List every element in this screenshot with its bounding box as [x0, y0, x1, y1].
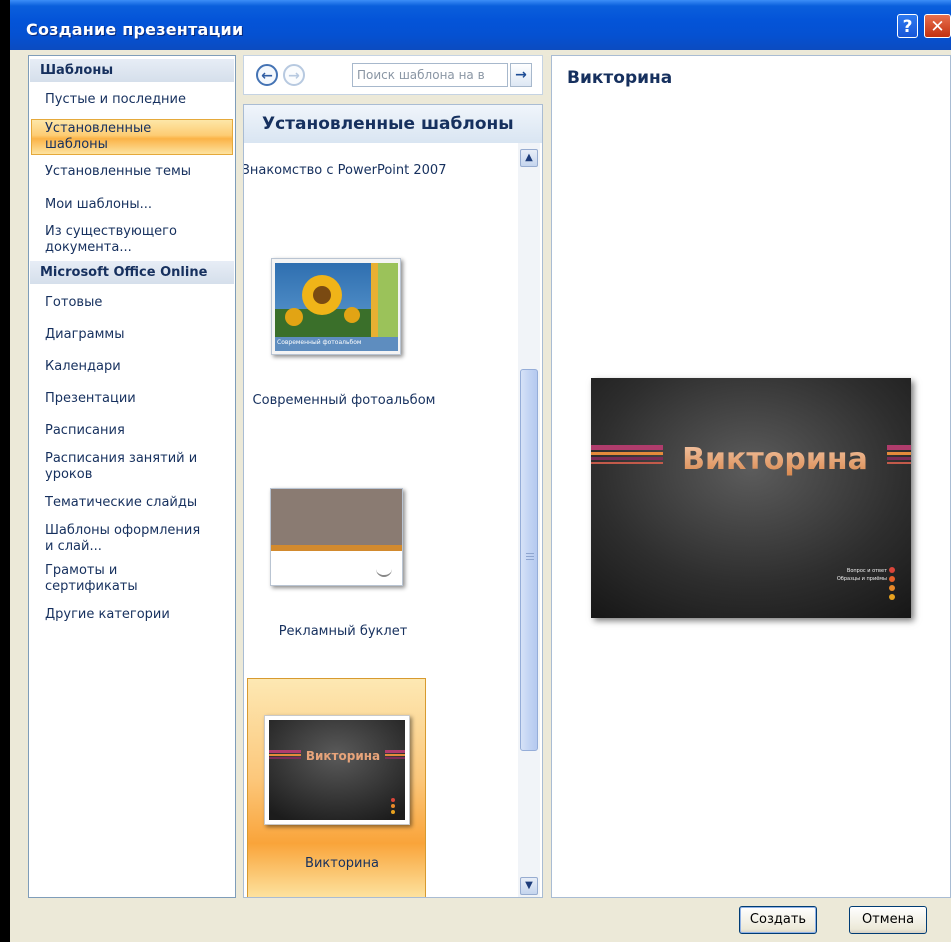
scroll-thumb[interactable] [520, 369, 538, 751]
category-presentations[interactable]: Презентации [45, 391, 225, 407]
search-go-button[interactable]: → [510, 63, 532, 87]
template-thumb-quiz[interactable]: Викторина [264, 715, 410, 825]
navigation-bar: ← → Поиск шаблона на в → [243, 55, 543, 95]
template-name-brochure[interactable]: Рекламный буклет [244, 623, 459, 640]
scroll-down-button[interactable]: ▼ [520, 877, 538, 895]
stripe [887, 462, 911, 464]
stripe [591, 462, 663, 464]
preview-slide: Викторина Вопрос и ответ Образцы и приём… [591, 378, 911, 618]
category-diagrams[interactable]: Диаграммы [45, 327, 225, 343]
slide-bullet-1: Вопрос и ответ [847, 568, 887, 574]
dialog-title: Создание презентации [26, 20, 244, 39]
stripe [887, 445, 911, 450]
template-thumb-photo-album[interactable]: Современный фотоальбом [271, 258, 401, 355]
stripe [591, 457, 663, 460]
create-button[interactable]: Создать [739, 906, 817, 934]
cancel-button[interactable]: Отмена [849, 906, 927, 934]
help-button[interactable]: ? [897, 14, 918, 38]
stripe [887, 452, 911, 455]
slide-bullet-2: Образцы и приёмы [837, 576, 887, 582]
brochure-top-band [271, 489, 402, 545]
templates-scrollbar[interactable]: ▲ ▼ [518, 143, 540, 897]
preview-panel: Викторина Викторина Вопрос и ответ Образ… [551, 55, 951, 898]
category-schedules[interactable]: Расписания [45, 423, 225, 439]
new-presentation-dialog: Создание презентации ? ✕ Шаблоны Пустые … [10, 0, 951, 942]
category-blank-recent[interactable]: Пустые и последние [45, 92, 225, 108]
category-my-templates[interactable]: Мои шаблоны... [45, 197, 225, 213]
title-bar[interactable]: Создание презентации ? ✕ [10, 0, 951, 50]
bullet-dot [889, 585, 895, 591]
thumb-photo-caption: Современный фотоальбом [277, 339, 362, 346]
search-input[interactable]: Поиск шаблона на в [352, 63, 508, 87]
bullet-dot [889, 594, 895, 600]
scroll-up-button[interactable]: ▲ [520, 149, 538, 167]
templates-header: Установленные шаблоны [244, 105, 542, 143]
category-installed-templates[interactable]: Установленные шаблоны [45, 121, 185, 153]
grip-line [526, 556, 534, 557]
stripe [591, 452, 663, 455]
category-ready[interactable]: Готовые [45, 295, 225, 311]
category-themed-slides[interactable]: Тематические слайды [45, 495, 225, 511]
grip-line [526, 559, 534, 560]
category-installed-themes[interactable]: Установленные темы [45, 164, 225, 180]
close-button[interactable]: ✕ [924, 14, 951, 38]
section-header-office-online: Microsoft Office Online [30, 261, 234, 284]
quiz-thumb-title: Викторина [306, 749, 380, 763]
category-class-schedules[interactable]: Расписания занятий и уроков [45, 451, 210, 483]
category-from-existing[interactable]: Из существующего документа... [45, 224, 195, 256]
template-thumb-brochure[interactable] [270, 488, 403, 586]
bullet-dot [889, 567, 895, 573]
templates-panel: Установленные шаблоны Знакомство с Power… [243, 104, 543, 898]
slide-title: Викторина [682, 442, 868, 477]
grip-line [526, 553, 534, 554]
category-other[interactable]: Другие категории [45, 607, 225, 623]
category-certificates[interactable]: Грамоты и сертификаты [45, 563, 155, 595]
bullet-dot [889, 576, 895, 582]
brochure-icon [376, 567, 392, 577]
brochure-orange-stripe [271, 545, 402, 551]
template-name-photo-album[interactable]: Современный фотоальбом [244, 392, 460, 409]
quiz-thumb-slide: Викторина [269, 720, 405, 820]
category-design-templates[interactable]: Шаблоны оформления и слай... [45, 523, 205, 555]
category-calendars[interactable]: Календари [45, 359, 225, 375]
arrow-right-icon: → [515, 67, 527, 83]
categories-panel: Шаблоны Пустые и последние Установленные… [28, 55, 236, 898]
stripe [887, 457, 911, 460]
arrow-right-icon[interactable]: → [283, 64, 305, 86]
template-name-quiz[interactable]: Викторина [244, 855, 458, 872]
arrow-left-icon[interactable]: ← [256, 64, 278, 86]
stripe [591, 445, 663, 450]
preview-title: Викторина [567, 68, 673, 88]
template-name-intro[interactable]: Знакомство с PowerPoint 2007 [244, 162, 459, 179]
section-header-templates: Шаблоны [30, 59, 234, 82]
